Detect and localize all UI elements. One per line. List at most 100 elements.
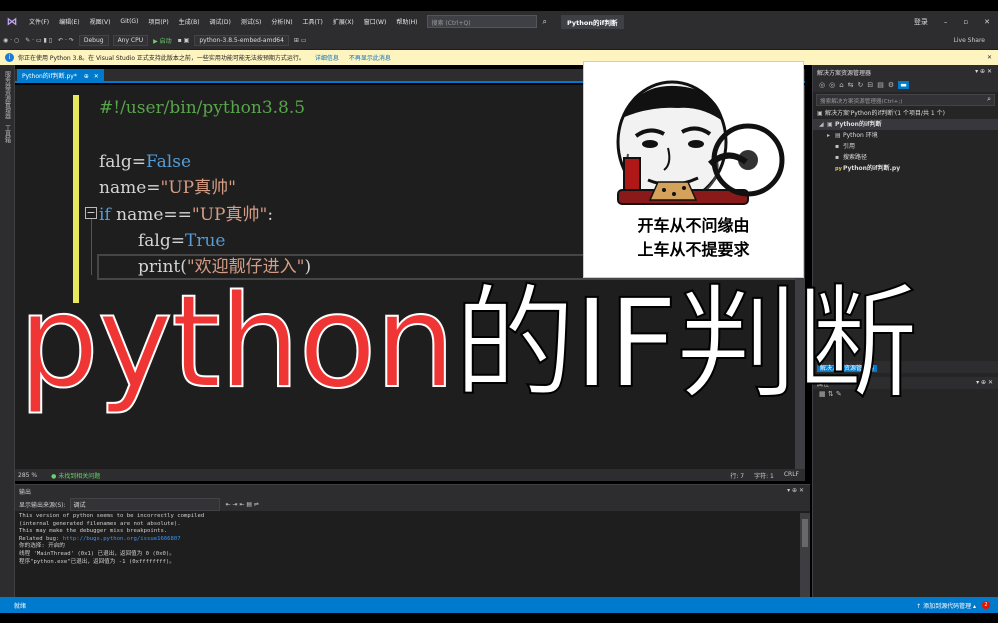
menu-file[interactable]: 文件(F) — [24, 17, 54, 26]
driver-face-illustration — [616, 80, 785, 205]
line-ending[interactable]: CRLF — [784, 471, 799, 480]
start-button[interactable]: ▶ 启动 — [150, 36, 175, 45]
tree-references[interactable]: ▪ 引用 — [813, 141, 998, 152]
infobar-message: 你正在使用 Python 3.8。在 Visual Studio 正式支持此版本… — [18, 55, 305, 62]
toolbox-tab[interactable]: 工具箱 — [3, 125, 12, 143]
menu-debug[interactable]: 调试(D) — [205, 17, 236, 26]
fold-guide — [91, 219, 92, 275]
infobar-close-icon[interactable]: ✕ — [987, 54, 992, 61]
output-title: 输出 — [19, 489, 32, 496]
project-icon: ▣ — [827, 121, 833, 128]
solution-explorer-header: 解决方案资源管理器 ▾ ⊕ ✕ — [813, 65, 998, 78]
meme-sticker: 开车从不问缘由 上车从不提要求 — [583, 61, 804, 278]
search-paths-icon: ▪ — [835, 154, 840, 161]
code-line-3: falg=False — [99, 152, 191, 172]
settings-icon[interactable]: ⚙ — [888, 81, 894, 89]
status-ready: 就绪 — [14, 602, 27, 610]
tab-python-if[interactable]: Python的if判断.py* ⊕ ✕ — [17, 69, 104, 81]
output-scrollbar[interactable] — [800, 513, 810, 598]
solution-toolbar: ◎ ◎ ⌂ ⇆ ↻ ⊟ ▤ ⚙ ▬ — [813, 78, 998, 92]
collapse-icon[interactable]: − — [85, 207, 97, 219]
editor-status-bar: 285 % ● 未找到相关问题 行: 7 字符: 1 CRLF — [15, 469, 805, 481]
solution-explorer-title: 解决方案资源管理器 — [817, 70, 872, 77]
back-forward-icon[interactable]: ◉ · ○ — [0, 37, 22, 44]
output-header: 输出 ▾ ⊕ ✕ — [15, 485, 810, 497]
tree-project[interactable]: ◢ ▣ Python的if判断 — [813, 119, 998, 130]
standard-toolbar: ◉ · ○ ✎ · ▭ ▮ ▯ ↶ · ↷ Debug Any CPU ▶ 启动… — [0, 32, 998, 50]
tab-label: Python的if判断.py* — [22, 73, 77, 80]
new-open-save-icon[interactable]: ✎ · ▭ ▮ ▯ — [22, 37, 55, 44]
overlay-title: python的IF判断 — [17, 267, 998, 418]
menu-git[interactable]: Git(G) — [115, 18, 143, 25]
column-indicator: 字符: 1 — [754, 472, 774, 480]
undo-redo-icon[interactable]: ↶ · ↷ — [55, 37, 77, 44]
tree-python-env[interactable]: ▸ ▤ Python 环境 — [813, 130, 998, 141]
menu-project[interactable]: 项目(P) — [143, 17, 173, 26]
status-bar: 就绪 ↑ 添加到源代码管理 ▴ 2 — [0, 597, 998, 613]
title-menu-bar: ⋈ 文件(F) 编辑(E) 视图(V) Git(G) 项目(P) 生成(B) 调… — [0, 11, 998, 32]
search-icon[interactable]: ⌕ — [543, 17, 547, 27]
python-file-icon: py — [835, 166, 842, 172]
close-button[interactable]: ✕ — [976, 18, 998, 26]
code-line-1: #!/user/bin/python3.8.5 — [99, 98, 306, 118]
sync-icon[interactable]: ⇆ — [848, 81, 854, 89]
platform-dropdown[interactable]: Any CPU — [112, 35, 149, 46]
overlay-title-if-judgement: 的IF判断 — [453, 272, 919, 416]
menu-analyze[interactable]: 分析(N) — [266, 17, 297, 26]
line-indicator: 行: 7 — [730, 472, 745, 480]
search-icon[interactable]: ⌕ — [987, 95, 991, 104]
refresh-icon[interactable]: ↻ — [858, 81, 864, 89]
expand-arrow-icon[interactable]: ▸ — [827, 130, 835, 141]
home-icon[interactable]: ⌂ — [839, 81, 843, 89]
tree-python-file[interactable]: pyPython的if判断.py — [813, 163, 998, 174]
minimize-button[interactable]: – — [936, 18, 956, 26]
search-input[interactable]: 搜索 (Ctrl+Q) — [426, 15, 537, 28]
output-scroll-thumb[interactable] — [802, 519, 808, 547]
project-title: Python的if判断 — [561, 14, 624, 29]
live-share-button[interactable]: Live Share — [951, 37, 988, 44]
add-to-source-control[interactable]: ↑ 添加到源代码管理 ▴ — [916, 601, 976, 610]
configuration-dropdown[interactable]: Debug — [78, 35, 109, 46]
solution-window-controls[interactable]: ▾ ⊕ ✕ — [975, 68, 992, 75]
pin-icon[interactable]: ⊕ — [84, 73, 89, 80]
output-tool-icons[interactable]: ⇤ ⇥ ⇤ ▤ ⇌ — [226, 501, 259, 508]
menu-window[interactable]: 窗口(W) — [359, 17, 392, 26]
python-env-dropdown[interactable]: python-3.8.5-embed-amd64 — [194, 35, 289, 46]
server-explorer-tab[interactable]: 服务器资源管理器 — [3, 71, 12, 119]
infobar-details-link[interactable]: 详细信息 — [315, 53, 339, 62]
menu-build[interactable]: 生成(B) — [174, 17, 205, 26]
bug-link[interactable]: http://bugs.python.org/issue1666807 — [63, 536, 181, 542]
output-text: This version of python seems to be incor… — [19, 513, 205, 565]
forward-icon[interactable]: ◎ — [829, 81, 835, 89]
preview-icon[interactable]: ▬ — [898, 81, 909, 89]
menu-help[interactable]: 帮助(H) — [391, 17, 422, 26]
output-window-controls[interactable]: ▾ ⊕ ✕ — [787, 487, 804, 494]
tab-close-icon[interactable]: ✕ — [94, 73, 99, 80]
back-icon[interactable]: ◎ — [819, 81, 825, 89]
menu-extensions[interactable]: 扩展(X) — [328, 17, 359, 26]
layout-icon[interactable]: ⊞ ▭ — [291, 37, 310, 44]
infobar-dismiss-link[interactable]: 不再显示此消息 — [349, 53, 391, 62]
tree-solution[interactable]: ▣ 解决方案'Python的if判断'(1 个项目/共 1 个) — [813, 108, 998, 119]
expand-arrow-icon[interactable]: ◢ — [819, 119, 827, 130]
output-source-dropdown[interactable]: 调试 — [69, 497, 220, 511]
output-source-label: 显示输出来源(S): — [19, 501, 66, 509]
notification-badge[interactable]: 2 — [982, 601, 990, 609]
collapse-all-icon[interactable]: ⊟ — [867, 81, 873, 89]
menu-test[interactable]: 测试(S) — [236, 17, 267, 26]
code-line-4: name="UP真帅" — [99, 178, 236, 198]
maximize-button[interactable]: ▫ — [955, 18, 976, 26]
tree-search-paths[interactable]: ▪ 搜索路径 — [813, 152, 998, 163]
toolbar-icons[interactable]: ▪ ▣ — [175, 37, 193, 44]
login-link[interactable]: 登录 — [906, 17, 936, 27]
menu-tools[interactable]: 工具(T) — [298, 17, 328, 26]
meme-caption-1: 开车从不问缘由 — [637, 216, 750, 235]
solution-search-input[interactable]: 搜索解决方案资源管理器(Ctrl+;) ⌕ — [816, 94, 995, 106]
env-icon: ▤ — [835, 132, 841, 139]
zoom-level[interactable]: 285 % — [18, 472, 37, 479]
no-issues-indicator: ● 未找到相关问题 — [51, 472, 101, 480]
menu-edit[interactable]: 编辑(E) — [54, 17, 84, 26]
show-all-files-icon[interactable]: ▤ — [877, 81, 884, 89]
python-version-infobar: i 你正在使用 Python 3.8。在 Visual Studio 正式支持此… — [0, 50, 998, 65]
menu-view[interactable]: 视图(V) — [85, 17, 116, 26]
